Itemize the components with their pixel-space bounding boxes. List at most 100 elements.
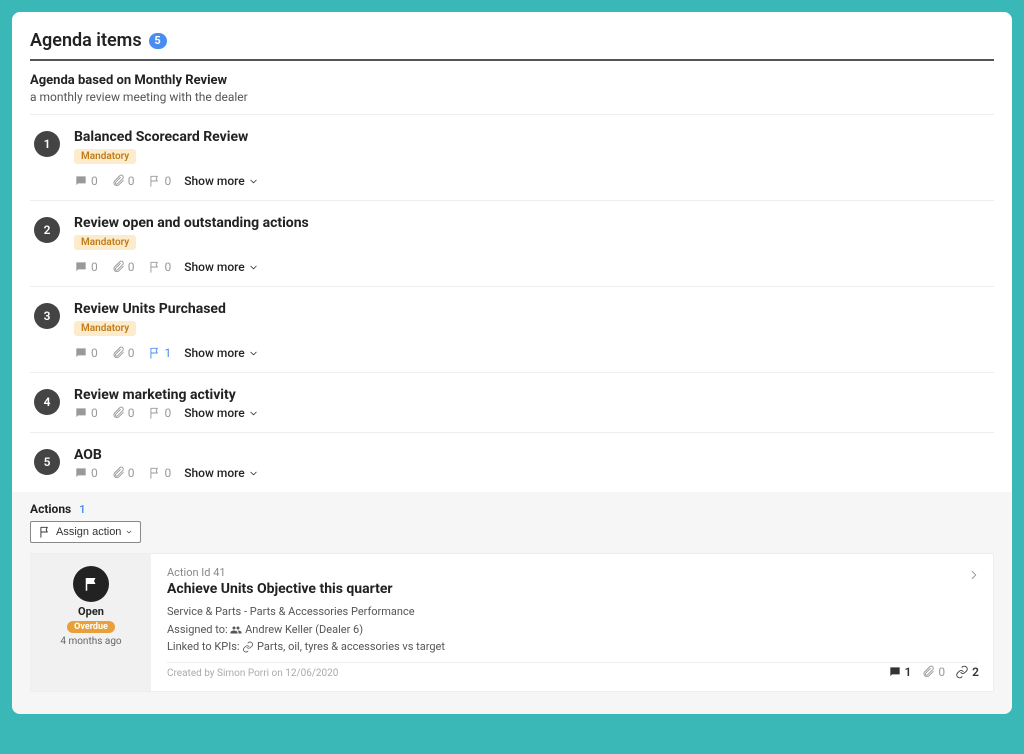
item-title: AOB xyxy=(74,447,990,463)
action-age: 4 months ago xyxy=(60,636,121,647)
comment-count[interactable]: 0 xyxy=(74,466,98,480)
show-more-toggle[interactable]: Show more xyxy=(184,406,258,420)
action-assigned: Assigned to: Andrew Keller (Dealer 6) xyxy=(167,621,977,639)
item-meta-row: 000Show more xyxy=(74,174,990,188)
mandatory-badge: Mandatory xyxy=(74,235,136,250)
attachment-count[interactable]: 0 xyxy=(111,260,135,274)
comment-count[interactable]: 0 xyxy=(74,260,98,274)
item-meta-row: 001Show more xyxy=(74,346,990,360)
agenda-card: Agenda items 5 Agenda based on Monthly R… xyxy=(12,12,1012,714)
assigned-prefix: Assigned to: xyxy=(167,623,228,636)
kpi-value: Parts, oil, tyres & accessories vs targe… xyxy=(257,640,445,653)
item-title: Balanced Scorecard Review xyxy=(74,129,990,145)
flag-icon xyxy=(148,466,162,480)
action-body: Action Id 41 Achieve Units Objective thi… xyxy=(151,554,993,691)
flag-icon xyxy=(38,525,52,539)
chevron-down-icon xyxy=(125,528,133,536)
item-number: 2 xyxy=(34,217,60,243)
agenda-description: a monthly review meeting with the dealer xyxy=(30,90,994,114)
action-comment-count[interactable]: 1 xyxy=(888,665,912,679)
agenda-item: 3Review Units PurchasedMandatory001Show … xyxy=(30,286,994,372)
attachment-count[interactable]: 0 xyxy=(111,174,135,188)
action-link-count[interactable]: 2 xyxy=(955,665,979,679)
item-number: 5 xyxy=(34,449,60,475)
actions-section: Actions 1 Assign action Open Overdue 4 m… xyxy=(12,492,1012,714)
action-id: Action Id 41 xyxy=(167,566,977,579)
item-meta-row: 000Show more xyxy=(74,406,990,420)
flag-count[interactable]: 0 xyxy=(148,260,172,274)
item-title: Review Units Purchased xyxy=(74,301,990,317)
page-title: Agenda items 5 xyxy=(30,24,994,59)
action-status: Open xyxy=(78,605,104,618)
chevron-down-icon xyxy=(248,408,259,419)
chevron-down-icon xyxy=(248,468,259,479)
flag-icon xyxy=(148,260,162,274)
item-title: Review marketing activity xyxy=(74,387,990,403)
show-more-toggle[interactable]: Show more xyxy=(184,174,258,188)
mandatory-badge: Mandatory xyxy=(74,149,136,164)
comment-icon xyxy=(74,346,88,360)
flag-icon xyxy=(148,346,162,360)
flag-count[interactable]: 0 xyxy=(148,466,172,480)
flag-icon xyxy=(73,566,109,602)
comment-icon xyxy=(74,406,88,420)
action-card[interactable]: Open Overdue 4 months ago Action Id 41 A… xyxy=(30,553,994,692)
action-attachment-count[interactable]: 0 xyxy=(921,665,945,679)
item-meta-row: 000Show more xyxy=(74,466,990,480)
agenda-item: 2 Review open and outstanding actions Mand… xyxy=(30,200,994,286)
action-meta: 1 0 2 xyxy=(888,665,979,679)
agenda-count-badge: 5 xyxy=(149,33,167,49)
users-icon xyxy=(230,624,242,636)
item-meta-row: 000Show more xyxy=(74,260,990,274)
flag-count[interactable]: 0 xyxy=(148,406,172,420)
link-icon xyxy=(955,665,969,679)
action-category: Service & Parts - Parts & Accessories Pe… xyxy=(167,603,977,621)
flag-icon xyxy=(148,406,162,420)
mandatory-badge: Mandatory xyxy=(74,321,136,336)
chevron-down-icon xyxy=(248,262,259,273)
agenda-item: 1Balanced Scorecard ReviewMandatory000Sh… xyxy=(30,114,994,200)
item-number: 4 xyxy=(34,389,60,415)
chevron-down-icon xyxy=(248,348,259,359)
agenda-item: 5AOB000Show more xyxy=(30,432,994,492)
overdue-badge: Overdue xyxy=(67,621,115,633)
flag-count[interactable]: 0 xyxy=(148,174,172,188)
paperclip-icon xyxy=(921,665,935,679)
show-more-toggle[interactable]: Show more xyxy=(184,260,258,274)
flag-count[interactable]: 1 xyxy=(148,346,172,360)
attachment-count[interactable]: 0 xyxy=(111,346,135,360)
kpi-prefix: Linked to KPIs: xyxy=(167,640,240,653)
assign-action-button[interactable]: Assign action xyxy=(30,521,141,543)
agenda-item: 4Review marketing activity000Show more xyxy=(30,372,994,432)
action-title: Achieve Units Objective this quarter xyxy=(167,581,977,597)
actions-count: 1 xyxy=(79,503,85,516)
comment-count[interactable]: 0 xyxy=(74,406,98,420)
show-more-toggle[interactable]: Show more xyxy=(184,466,258,480)
item-title: Review open and outstanding actions xyxy=(74,215,990,231)
action-kpis: Linked to KPIs: Parts, oil, tyres & acce… xyxy=(167,638,977,656)
paperclip-icon xyxy=(111,406,125,420)
item-number: 3 xyxy=(34,303,60,329)
paperclip-icon xyxy=(111,260,125,274)
assigned-value: Andrew Keller (Dealer 6) xyxy=(245,623,363,636)
actions-heading-text: Actions xyxy=(30,502,71,516)
item-number: 1 xyxy=(34,131,60,157)
agenda-basis: Agenda based on Monthly Review xyxy=(30,67,994,90)
agenda-items-list: 1Balanced Scorecard ReviewMandatory000Sh… xyxy=(30,114,994,492)
comment-icon xyxy=(74,174,88,188)
attachment-count[interactable]: 0 xyxy=(111,406,135,420)
chevron-right-icon[interactable] xyxy=(967,568,981,586)
paperclip-icon xyxy=(111,346,125,360)
actions-heading: Actions 1 xyxy=(30,502,994,516)
title-divider xyxy=(30,59,994,61)
attachment-count[interactable]: 0 xyxy=(111,466,135,480)
comment-icon xyxy=(74,260,88,274)
action-status-column: Open Overdue 4 months ago xyxy=(31,554,151,691)
link-icon xyxy=(242,641,254,653)
page-title-text: Agenda items xyxy=(30,30,142,51)
chevron-down-icon xyxy=(248,176,259,187)
comment-icon xyxy=(888,665,902,679)
show-more-toggle[interactable]: Show more xyxy=(184,346,258,360)
comment-count[interactable]: 0 xyxy=(74,346,98,360)
comment-count[interactable]: 0 xyxy=(74,174,98,188)
